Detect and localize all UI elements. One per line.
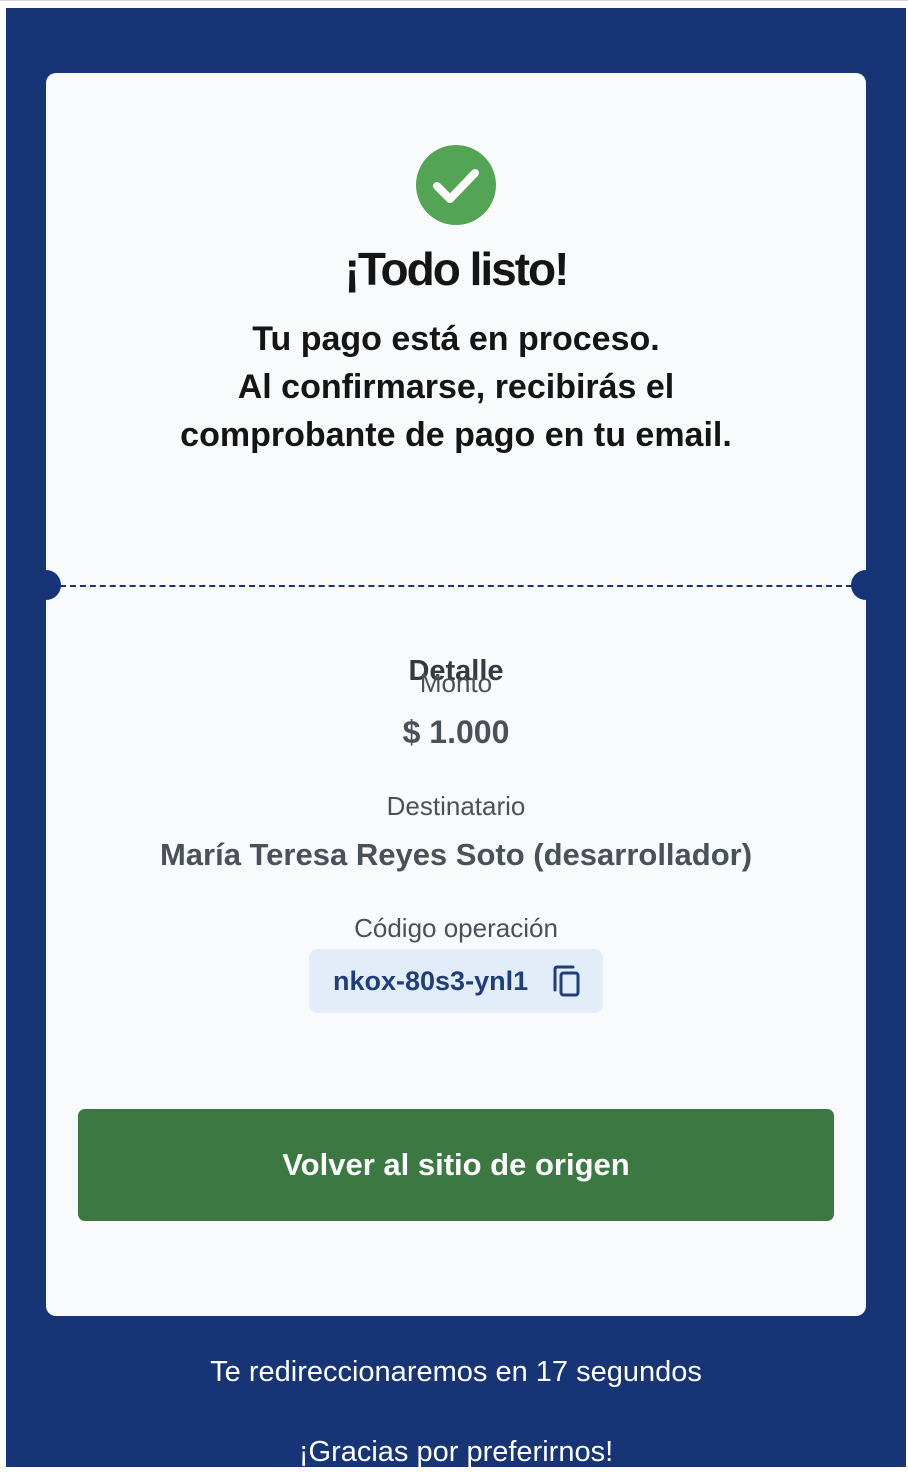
operation-code-value: nkox-80s3-ynl1 [333,966,529,996]
page-title: ¡Todo listo! [344,243,570,295]
amount-value: $ 1.000 [402,714,510,750]
operation-code-chip: nkox-80s3-ynl1 [309,949,603,1013]
browser-viewport: ¡Todo listo! Tu pago está en proceso. Al… [0,0,908,1472]
redirect-countdown: Te redireccionaremos en 17 segundos [210,1356,702,1388]
confirmation-message-line: Al confirmarse, recibirás el [237,368,675,406]
confirmation-message-line: Tu pago está en proceso. [252,320,660,358]
thanks-message: ¡Gracias por preferirnos! [298,1436,614,1467]
check-circle-icon [416,145,496,225]
ticket-notch-left [31,570,61,600]
operation-code-label: Código operación [354,913,558,943]
copy-icon-back-sheet [553,965,575,992]
ticket-notch-right [851,570,881,600]
receipt-card: ¡Todo listo! Tu pago está en proceso. Al… [31,73,881,1316]
check-circle-background [416,145,496,225]
payment-result-page: ¡Todo listo! Tu pago está en proceso. Al… [6,8,906,1467]
recipient-label: Destinatario [386,791,526,821]
dashed-divider [60,585,852,587]
back-to-origin-button[interactable]: Volver al sitio de origen [78,1109,834,1221]
recipient-value: María Teresa Reyes Soto (desarrollador) [159,837,753,872]
copy-icon-front-sheet [559,971,580,997]
confirmation-message: Tu pago está en proceso. Al confirmarse,… [106,315,806,459]
confirmation-message-line: comprobante de pago en tu email. [180,416,732,454]
copy-icon[interactable] [549,963,585,999]
amount-label: Monto [419,668,493,698]
